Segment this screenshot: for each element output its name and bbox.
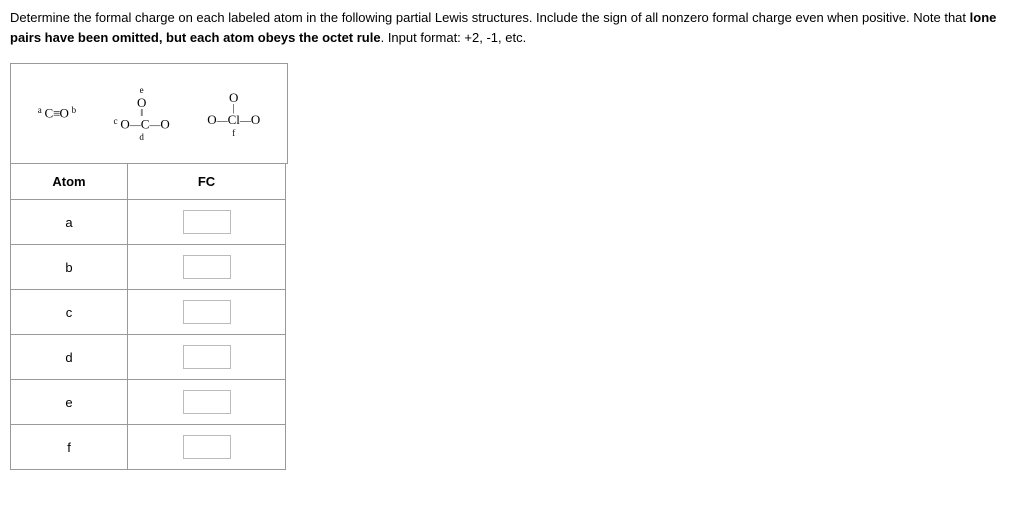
atom-o-1: O — [59, 106, 68, 121]
fc-input-b[interactable] — [183, 255, 231, 279]
atom-cell: f — [11, 425, 128, 470]
label-b: b — [72, 105, 77, 115]
atom-o-right-2: O — [160, 116, 169, 131]
label-a: a — [38, 105, 42, 115]
atom-o-right-3: O — [251, 112, 260, 127]
label-f: f — [232, 128, 235, 138]
fc-input-f[interactable] — [183, 435, 231, 459]
structure-3: O | O—Cl—O f — [207, 90, 260, 138]
fc-input-a[interactable] — [183, 210, 231, 234]
label-d: d — [139, 132, 144, 142]
label-e: e — [140, 85, 144, 95]
structure-1: a C≡O b — [38, 106, 76, 121]
atom-o-left-3: O — [207, 112, 216, 127]
header-fc: FC — [128, 164, 286, 200]
atom-cell: c — [11, 290, 128, 335]
atom-c-2: C — [141, 116, 150, 131]
table-row: f — [11, 425, 286, 470]
table-row: a — [11, 200, 286, 245]
atom-cell: e — [11, 380, 128, 425]
atom-cell: b — [11, 245, 128, 290]
table-row: e — [11, 380, 286, 425]
table-row: c — [11, 290, 286, 335]
answer-table: Atom FC a b c d e f — [10, 163, 286, 470]
label-c: c — [114, 116, 118, 126]
question-text: Determine the formal charge on each labe… — [10, 8, 1014, 47]
atom-c-1: C — [44, 106, 53, 121]
header-atom: Atom — [11, 164, 128, 200]
atom-cell: d — [11, 335, 128, 380]
lewis-structures-box: a C≡O b e O ‖ c O—C—O d O | O—Cl—O f — [10, 63, 288, 164]
atom-cell: a — [11, 200, 128, 245]
question-pre: Determine the formal charge on each labe… — [10, 10, 970, 25]
table-row: d — [11, 335, 286, 380]
atom-cl-3: Cl — [228, 112, 240, 127]
fc-input-e[interactable] — [183, 390, 231, 414]
fc-input-c[interactable] — [183, 300, 231, 324]
atom-o-left-2: O — [120, 116, 129, 131]
structure-2: e O ‖ c O—C—O d — [114, 85, 170, 143]
fc-input-d[interactable] — [183, 345, 231, 369]
question-post: . Input format: +2, -1, etc. — [381, 30, 527, 45]
table-row: b — [11, 245, 286, 290]
